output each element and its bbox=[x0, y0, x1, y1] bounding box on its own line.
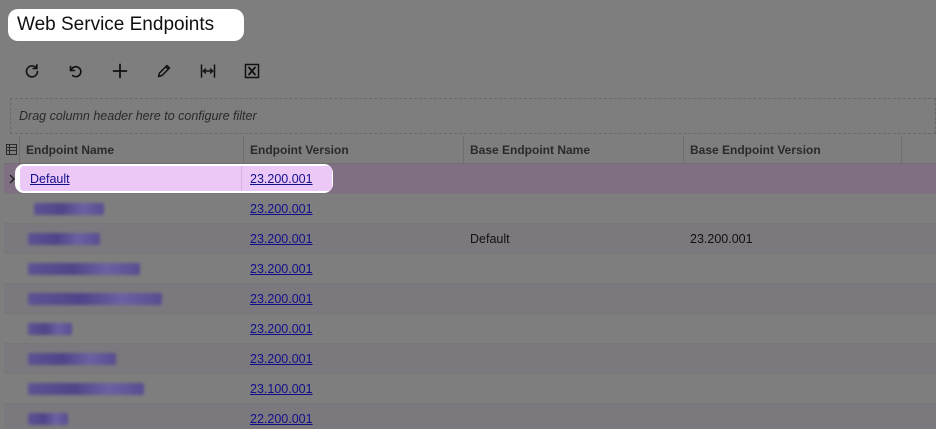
page-title-text: Web Service Endpoints bbox=[17, 14, 215, 35]
header-endpoint-name[interactable]: Endpoint Name bbox=[20, 136, 244, 163]
endpoint-name-cell[interactable] bbox=[20, 194, 244, 223]
table-row[interactable]: 23.100.001 bbox=[4, 374, 936, 404]
base-endpoint-version-cell bbox=[684, 254, 902, 283]
base-endpoint-version-cell bbox=[684, 284, 902, 313]
filter-placeholder: Drag column header here to configure fil… bbox=[19, 109, 257, 123]
endpoint-name-cell[interactable] bbox=[20, 404, 244, 429]
highlighted-row[interactable]: Default 23.200.001 bbox=[20, 166, 332, 191]
base-endpoint-version-cell bbox=[684, 164, 902, 193]
table-row[interactable]: 22.200.001 bbox=[4, 404, 936, 429]
endpoint-name-cell[interactable] bbox=[20, 374, 244, 403]
endpoint-version-link[interactable]: 23.200.001 bbox=[250, 262, 313, 276]
fit-columns-button[interactable] bbox=[186, 57, 230, 85]
redacted-name bbox=[28, 232, 100, 245]
endpoint-name-cell[interactable] bbox=[20, 254, 244, 283]
base-endpoint-version-cell bbox=[684, 344, 902, 373]
endpoint-name-cell[interactable] bbox=[20, 314, 244, 343]
redacted-name bbox=[34, 202, 104, 215]
edit-button[interactable] bbox=[142, 57, 186, 85]
table-row[interactable]: 23.200.001 bbox=[4, 254, 936, 284]
base-endpoint-name-cell bbox=[464, 194, 684, 223]
grid-header: Endpoint Name Endpoint Version Base Endp… bbox=[4, 136, 936, 164]
refresh-icon bbox=[25, 64, 39, 78]
base-endpoint-name-cell bbox=[464, 164, 684, 193]
base-endpoint-name-cell bbox=[464, 284, 684, 313]
base-endpoint-version-cell bbox=[684, 374, 902, 403]
endpoint-version-link[interactable]: 23.200.001 bbox=[250, 292, 313, 306]
base-endpoint-name-cell bbox=[464, 404, 684, 429]
table-row[interactable]: 23.200.001 bbox=[4, 344, 936, 374]
header-endpoint-version[interactable]: Endpoint Version bbox=[244, 136, 464, 163]
redacted-name bbox=[28, 292, 162, 305]
redacted-name bbox=[28, 352, 116, 365]
endpoint-name-cell[interactable] bbox=[20, 224, 244, 253]
table-row[interactable]: 23.200.001 bbox=[4, 194, 936, 224]
endpoint-name-cell[interactable] bbox=[20, 344, 244, 373]
redacted-name bbox=[28, 382, 144, 395]
redacted-name bbox=[28, 262, 140, 275]
filter-drop-zone[interactable]: Drag column header here to configure fil… bbox=[10, 98, 936, 134]
excel-export-icon bbox=[244, 63, 260, 79]
base-endpoint-version-cell: 23.200.001 bbox=[690, 231, 753, 246]
base-endpoint-version-cell bbox=[684, 404, 902, 429]
table-row[interactable]: 23.200.001 bbox=[4, 314, 936, 344]
endpoint-version-link[interactable]: 23.200.001 bbox=[250, 172, 313, 186]
base-endpoint-name-cell bbox=[464, 314, 684, 343]
undo-button[interactable] bbox=[54, 57, 98, 85]
endpoint-version-link[interactable]: 23.200.001 bbox=[250, 352, 313, 366]
header-base-endpoint-name[interactable]: Base Endpoint Name bbox=[464, 136, 684, 163]
redacted-name bbox=[28, 412, 68, 425]
undo-icon bbox=[69, 65, 82, 78]
table-row[interactable]: 23.200.001 Default 23.200.001 bbox=[4, 224, 936, 254]
fit-columns-icon bbox=[200, 64, 216, 78]
endpoint-version-link[interactable]: 23.100.001 bbox=[250, 382, 313, 396]
endpoint-version-link[interactable]: 23.200.001 bbox=[250, 202, 313, 216]
endpoint-name-cell[interactable] bbox=[20, 284, 244, 313]
export-excel-button[interactable] bbox=[230, 57, 274, 85]
refresh-button[interactable] bbox=[10, 57, 54, 85]
base-endpoint-version-cell bbox=[684, 314, 902, 343]
base-endpoint-name-cell bbox=[464, 374, 684, 403]
column-chooser-icon bbox=[6, 144, 17, 155]
header-base-endpoint-version[interactable]: Base Endpoint Version bbox=[684, 136, 902, 163]
endpoint-version-link[interactable]: 23.200.001 bbox=[250, 322, 313, 336]
base-endpoint-name-cell bbox=[464, 344, 684, 373]
endpoint-name-cell: Default bbox=[20, 166, 242, 191]
endpoint-version-cell: 23.200.001 bbox=[242, 166, 332, 191]
base-endpoint-version-cell bbox=[684, 194, 902, 223]
column-chooser-button[interactable] bbox=[4, 136, 20, 163]
base-endpoint-name-cell bbox=[464, 254, 684, 283]
toolbar bbox=[10, 57, 274, 85]
plus-icon bbox=[112, 63, 128, 79]
endpoint-version-link[interactable]: 22.200.001 bbox=[250, 412, 313, 426]
page-title: Web Service Endpoints bbox=[8, 9, 244, 41]
pencil-icon bbox=[157, 64, 171, 78]
base-endpoint-name-cell: Default bbox=[470, 231, 510, 246]
table-row[interactable]: 23.200.001 bbox=[4, 284, 936, 314]
endpoint-name-link[interactable]: Default bbox=[30, 172, 70, 186]
redacted-name bbox=[28, 322, 72, 335]
endpoint-version-link[interactable]: 23.200.001 bbox=[250, 232, 313, 246]
add-button[interactable] bbox=[98, 57, 142, 85]
